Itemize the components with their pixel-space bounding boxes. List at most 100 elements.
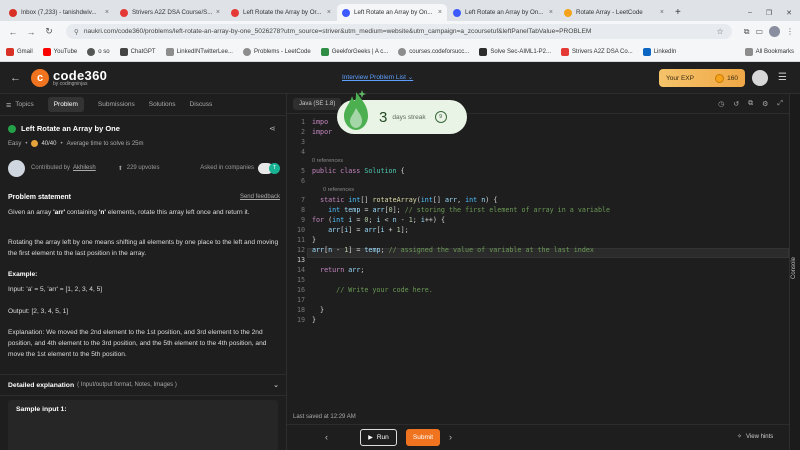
close-tab-icon[interactable]: × xyxy=(435,9,442,16)
menu-kebab-icon[interactable]: ⋮ xyxy=(786,27,794,36)
code360-favicon-icon xyxy=(453,8,461,17)
console-label[interactable]: Console xyxy=(791,257,797,279)
language-select[interactable]: Java (SE 1.8) xyxy=(293,97,342,110)
code360-logo-icon[interactable]: c xyxy=(31,68,49,87)
bookmark-oso[interactable]: o so xyxy=(87,47,110,56)
bookmark-strivers[interactable]: Strivers A2Z DSA Co... xyxy=(561,47,633,56)
code-editor-panel: Java (SE 1.8) ◷ ↺ ⧉ ⚙ ⤢ 1 impo 2 impor 3… xyxy=(287,94,789,424)
bookmark-linkedin[interactable]: LinkedIn xyxy=(642,47,676,56)
browser-tab[interactable]: Left Rotate an Array by On... × xyxy=(448,4,558,21)
share-icon[interactable]: ⋖ xyxy=(269,124,276,133)
close-tab-icon[interactable]: × xyxy=(213,9,220,16)
browser-tab-active[interactable]: Left Rotate an Array by On... × xyxy=(337,4,447,21)
action-bar: ‹ ▶ Run Submit › ✧ View hints xyxy=(287,424,789,450)
user-avatar[interactable] xyxy=(752,70,768,86)
back-arrow-icon[interactable]: ← xyxy=(10,72,21,84)
tab-solutions[interactable]: Solutions xyxy=(149,101,176,108)
solved-check-icon xyxy=(8,124,16,133)
bookmark-courses[interactable]: courses.codeforsucc... xyxy=(398,47,469,56)
close-tab-icon[interactable]: × xyxy=(102,9,109,16)
next-problem-icon[interactable]: › xyxy=(449,432,452,442)
submit-button[interactable]: Submit xyxy=(406,429,440,446)
code-line: return arr; xyxy=(320,266,365,274)
bookmark-gmail[interactable]: Gmail xyxy=(6,47,33,56)
code-lens-references[interactable]: 0 references xyxy=(312,158,343,164)
line-number: 19 xyxy=(296,316,305,324)
avg-time: Average time to solve is 25m xyxy=(66,140,144,147)
address-bar[interactable]: ⚲ naukri.com/code360/problems/left-rotat… xyxy=(66,24,732,39)
send-feedback-link[interactable]: Send feedback xyxy=(240,194,280,201)
app-header: ← c code360 by codingninjas Interview Pr… xyxy=(0,62,800,94)
streak-label: days streak xyxy=(392,113,426,121)
back-icon[interactable]: ← xyxy=(6,27,20,37)
bookmarks-bar: Gmail YouTube o so ChatGPT LinkedINTwitt… xyxy=(0,42,800,62)
line-number: 9 xyxy=(300,216,305,224)
bookmark-gfg[interactable]: GeekforGeeks | A c... xyxy=(320,47,388,56)
play-icon: ▶ xyxy=(368,435,373,441)
minimize-icon[interactable]: – xyxy=(748,9,752,16)
code360-logo[interactable]: code360 by codingninjas xyxy=(53,69,107,87)
code-area[interactable]: 1 impo 2 impor 3 4 0 references 5 public… xyxy=(287,116,789,406)
hamburger-menu-icon[interactable]: ☰ xyxy=(778,72,787,83)
bookmark-solve[interactable]: Solve Sec-AIML1-P2... xyxy=(479,47,551,56)
statement-paragraph-2: Rotating the array left by one means shi… xyxy=(8,239,279,257)
browser-tab[interactable]: Rotate Array - LeetCode × xyxy=(559,4,669,21)
close-tab-icon[interactable]: × xyxy=(324,9,331,16)
fullscreen-icon[interactable]: ⤢ xyxy=(777,100,783,108)
all-bookmarks[interactable]: All Bookmarks xyxy=(744,47,794,56)
tab-topics[interactable]: ≡ Topics xyxy=(6,100,34,110)
last-saved-status: Last saved at 12:29 AM xyxy=(293,414,356,420)
folder-icon xyxy=(744,47,753,56)
profile-avatar[interactable] xyxy=(769,26,780,37)
sidebar-icon[interactable]: ▭ xyxy=(755,27,763,36)
line-number: 1 xyxy=(300,118,305,126)
bookmark-folder[interactable]: LinkedINTwitterLee... xyxy=(165,47,233,56)
timer-icon[interactable]: ◷ xyxy=(718,100,724,108)
prev-problem-icon[interactable]: ‹ xyxy=(325,432,328,442)
exp-badge[interactable]: Your EXP 160 xyxy=(659,69,745,87)
upvote-button[interactable]: ⬆ 229 upvotes xyxy=(118,165,160,172)
browser-tab[interactable]: Inbox (7,233) - tanishdwiv... × xyxy=(4,4,114,21)
view-hints-button[interactable]: ✧ View hints xyxy=(737,433,773,441)
tab-problem[interactable]: Problem xyxy=(47,97,84,112)
tab-discuss[interactable]: Discuss xyxy=(190,101,213,108)
separator: • xyxy=(60,140,63,147)
difficulty-label: Easy xyxy=(8,140,22,147)
close-window-icon[interactable]: ✕ xyxy=(786,9,792,17)
run-button[interactable]: ▶ Run xyxy=(360,429,397,446)
browser-tab[interactable]: Strivers A2Z DSA Course/S... × xyxy=(115,4,225,21)
settings-icon[interactable]: ⚙ xyxy=(762,100,768,108)
maximize-icon[interactable]: ❐ xyxy=(766,9,772,17)
extensions-icon[interactable]: ⧉ xyxy=(744,27,750,37)
code-line: public class Solution { xyxy=(312,167,405,175)
contributor-link[interactable]: Akhilesh xyxy=(73,165,96,171)
copy-icon[interactable]: ⧉ xyxy=(748,100,753,108)
url-text: naukri.com/code360/problems/left-rotate-… xyxy=(83,28,592,35)
bookmark-youtube[interactable]: YouTube xyxy=(42,47,77,56)
bookmark-leetcode[interactable]: Problems - LeetCode xyxy=(242,47,311,56)
folder-icon xyxy=(165,47,174,56)
line-number: 6 xyxy=(300,177,305,185)
example-explanation: Explanation: We moved the 2nd element to… xyxy=(8,329,267,358)
forward-icon[interactable]: → xyxy=(24,27,38,37)
asked-in-companies[interactable]: Asked in companies T xyxy=(200,162,280,174)
detailed-explanation-toggle[interactable]: Detailed explanation ( Input/output form… xyxy=(0,374,286,396)
code-lens-references[interactable]: 0 references xyxy=(323,187,354,193)
reload-icon[interactable]: ↻ xyxy=(42,26,56,37)
tab-submissions[interactable]: Submissions xyxy=(98,101,135,108)
close-tab-icon[interactable]: × xyxy=(657,9,664,16)
new-tab-button[interactable]: + xyxy=(670,4,688,21)
contributor-row: Contributed by Akhilesh ⬆ 229 upvotes Ask… xyxy=(8,158,280,178)
reset-code-icon[interactable]: ↺ xyxy=(733,100,739,108)
code-line: } xyxy=(312,306,325,314)
upvote-arrow-icon: ⬆ xyxy=(117,165,123,172)
browser-tab[interactable]: Left Rotate the Array by Or... × xyxy=(226,4,336,21)
code-line: // Write your code here. xyxy=(336,286,433,294)
bookmark-star-icon[interactable]: ☆ xyxy=(711,27,724,36)
bookmark-chatgpt[interactable]: ChatGPT xyxy=(119,47,156,56)
site-info-icon[interactable]: ⚲ xyxy=(74,28,79,36)
globe-icon xyxy=(87,47,96,56)
interview-problem-list-link[interactable]: Interview Problem List ⌄ xyxy=(342,73,413,81)
line-number: 10 xyxy=(296,226,305,234)
close-tab-icon[interactable]: × xyxy=(546,9,553,16)
